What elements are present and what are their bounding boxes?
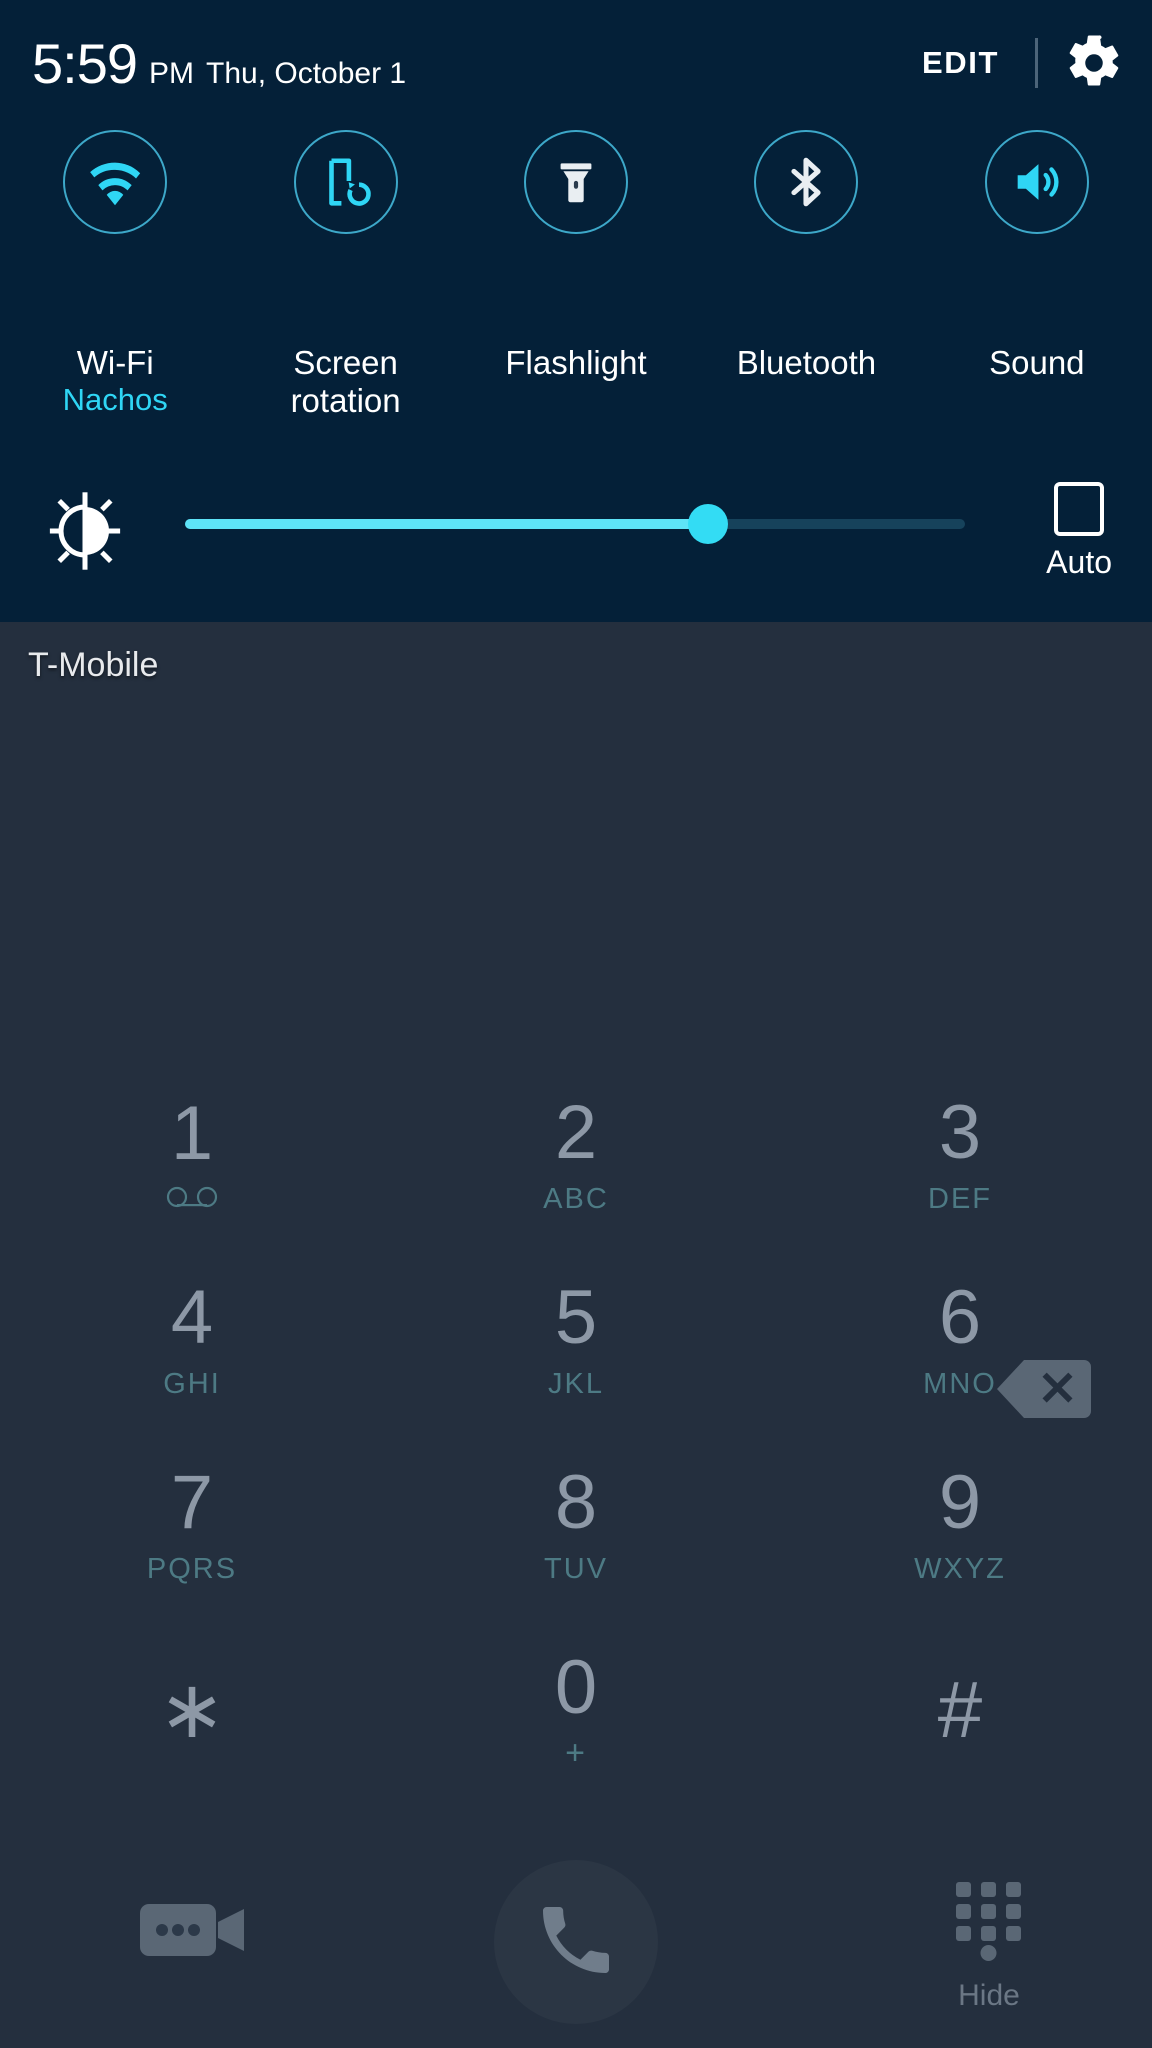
dialpad-key-digit: 9 bbox=[938, 1460, 982, 1545]
dialpad-key-digit: 4 bbox=[170, 1275, 214, 1360]
toggle-sublabel-text: Nachos bbox=[62, 382, 168, 418]
dialpad-key-digit: 3 bbox=[938, 1090, 982, 1175]
toggle-label-text: Sound bbox=[989, 344, 1085, 381]
clock-time: 5:59 bbox=[32, 32, 138, 95]
dialpad-key-digit: 7 bbox=[170, 1460, 214, 1545]
quick-toggles-labels: Wi-Fi Nachos Screen rotation Flashlight … bbox=[0, 344, 1152, 464]
dialpad-key-7[interactable]: 7 PQRS bbox=[0, 1432, 384, 1617]
quick-toggles-row bbox=[0, 124, 1152, 354]
toggle-label-text: Flashlight bbox=[505, 344, 647, 381]
toggle-label-sound: Sound bbox=[922, 344, 1152, 464]
toggle-sound[interactable] bbox=[922, 124, 1152, 354]
header-actions: EDIT bbox=[916, 30, 1124, 96]
quick-settings-header: 5:59 PM Thu, October 1 EDIT bbox=[0, 0, 1152, 124]
toggle-flashlight[interactable] bbox=[461, 124, 691, 354]
toggle-bluetooth[interactable] bbox=[691, 124, 921, 354]
auto-brightness-label: Auto bbox=[1046, 544, 1112, 580]
bluetooth-icon bbox=[777, 153, 835, 211]
toggle-flashlight-ring bbox=[524, 130, 629, 234]
header-divider bbox=[1035, 38, 1038, 88]
screen-rotation-icon bbox=[317, 153, 375, 211]
toggle-screen-rotation[interactable] bbox=[230, 124, 460, 354]
brightness-slider[interactable] bbox=[185, 504, 965, 544]
toggle-screen-rotation-ring bbox=[293, 130, 398, 234]
dialpad-key-0[interactable]: 0 + bbox=[384, 1617, 768, 1802]
dialpad-key-2[interactable]: 2 ABC bbox=[384, 1062, 768, 1247]
auto-brightness-checkbox[interactable] bbox=[1054, 482, 1105, 536]
dialer-screen: T-Mobile 1 2 ABC 3 DEF 4 GHI 5 JKL 6 MNO… bbox=[0, 622, 1152, 2048]
dialpad-key-4[interactable]: 4 GHI bbox=[0, 1247, 384, 1432]
dialpad-key-letters: TUV bbox=[544, 1553, 608, 1585]
dialpad-key-letters: DEF bbox=[928, 1183, 992, 1215]
dialpad-key-9[interactable]: 9 WXYZ bbox=[768, 1432, 1152, 1617]
dialpad-key-letters: ABC bbox=[543, 1183, 609, 1215]
dialpad-key-3[interactable]: 3 DEF bbox=[768, 1062, 1152, 1247]
toggle-wifi[interactable] bbox=[0, 124, 230, 354]
toggle-sound-ring bbox=[984, 130, 1089, 234]
keypad-icon bbox=[954, 1880, 1024, 1967]
phone-call-icon bbox=[532, 1896, 620, 1989]
toggle-wifi-ring bbox=[63, 130, 168, 234]
carrier-label: T-Mobile bbox=[28, 646, 159, 684]
dialpad-key-digit: 5 bbox=[554, 1275, 598, 1360]
dialpad: 1 2 ABC 3 DEF 4 GHI 5 JKL 6 MNO 7 PQRS 8… bbox=[0, 1062, 1152, 1802]
brightness-icon bbox=[42, 488, 128, 574]
sound-icon bbox=[1008, 153, 1066, 211]
toggle-label-text: Screen rotation bbox=[290, 344, 401, 420]
toggle-label-wifi: Wi-Fi Nachos bbox=[0, 344, 230, 464]
gear-icon[interactable] bbox=[1064, 33, 1124, 93]
auto-brightness-toggle[interactable]: Auto bbox=[1046, 482, 1112, 581]
edit-button[interactable]: EDIT bbox=[916, 41, 1005, 85]
dialpad-key-letters: JKL bbox=[548, 1368, 604, 1400]
dialpad-key-letters: PQRS bbox=[146, 1553, 238, 1585]
dialpad-key-digit: ∗ bbox=[158, 1664, 226, 1754]
video-call-icon[interactable] bbox=[140, 1898, 250, 1962]
quick-settings-panel: 5:59 PM Thu, October 1 EDIT Wi-Fi Nachos… bbox=[0, 0, 1152, 622]
brightness-row: Auto bbox=[0, 468, 1152, 598]
voicemail-icon bbox=[166, 1186, 218, 1213]
toggle-label-flashlight: Flashlight bbox=[461, 344, 691, 464]
dialpad-key-1[interactable]: 1 bbox=[0, 1062, 384, 1247]
dialpad-key-digit: 1 bbox=[170, 1091, 214, 1176]
clock-ampm: PM bbox=[149, 57, 194, 90]
hide-label: Hide bbox=[958, 1979, 1020, 2012]
status-clock: 5:59 PM Thu, October 1 bbox=[32, 36, 406, 92]
dialpad-key-letters: WXYZ bbox=[914, 1553, 1006, 1585]
dialpad-key-8[interactable]: 8 TUV bbox=[384, 1432, 768, 1617]
flashlight-icon bbox=[548, 154, 604, 210]
toggle-bluetooth-ring bbox=[754, 130, 859, 234]
dialpad-key-5[interactable]: 5 JKL bbox=[384, 1247, 768, 1432]
dialpad-key-pound[interactable]: # bbox=[768, 1617, 1152, 1802]
toggle-label-text: Wi-Fi bbox=[76, 344, 154, 381]
call-button[interactable] bbox=[494, 1860, 658, 2024]
dialpad-key-letters: GHI bbox=[163, 1368, 221, 1400]
wifi-icon bbox=[84, 151, 146, 213]
brightness-slider-thumb[interactable] bbox=[687, 504, 728, 544]
dialpad-key-digit: 6 bbox=[938, 1275, 982, 1360]
dialer-bottom-bar: Hide bbox=[0, 1798, 1152, 2048]
hide-keypad-button[interactable]: Hide bbox=[954, 1880, 1024, 2013]
clock-date: Thu, October 1 bbox=[206, 57, 407, 90]
toggle-label-text: Bluetooth bbox=[736, 344, 877, 381]
toggle-label-screen-rotation: Screen rotation bbox=[230, 344, 460, 464]
toggle-label-bluetooth: Bluetooth bbox=[691, 344, 921, 464]
phone-screen: 5:59 PM Thu, October 1 EDIT Wi-Fi Nachos… bbox=[0, 0, 1152, 2048]
brightness-slider-fill bbox=[185, 519, 708, 529]
dialpad-key-letters: MNO bbox=[923, 1368, 997, 1400]
dialpad-key-star[interactable]: ∗ bbox=[0, 1617, 384, 1802]
dialpad-key-plus: + bbox=[565, 1733, 587, 1772]
dialpad-key-digit: # bbox=[937, 1664, 983, 1754]
dialpad-key-digit: 2 bbox=[554, 1090, 598, 1175]
dialpad-key-6[interactable]: 6 MNO bbox=[768, 1247, 1152, 1432]
dialpad-key-digit: 8 bbox=[554, 1460, 598, 1545]
dialpad-key-digit: 0 bbox=[554, 1644, 598, 1730]
